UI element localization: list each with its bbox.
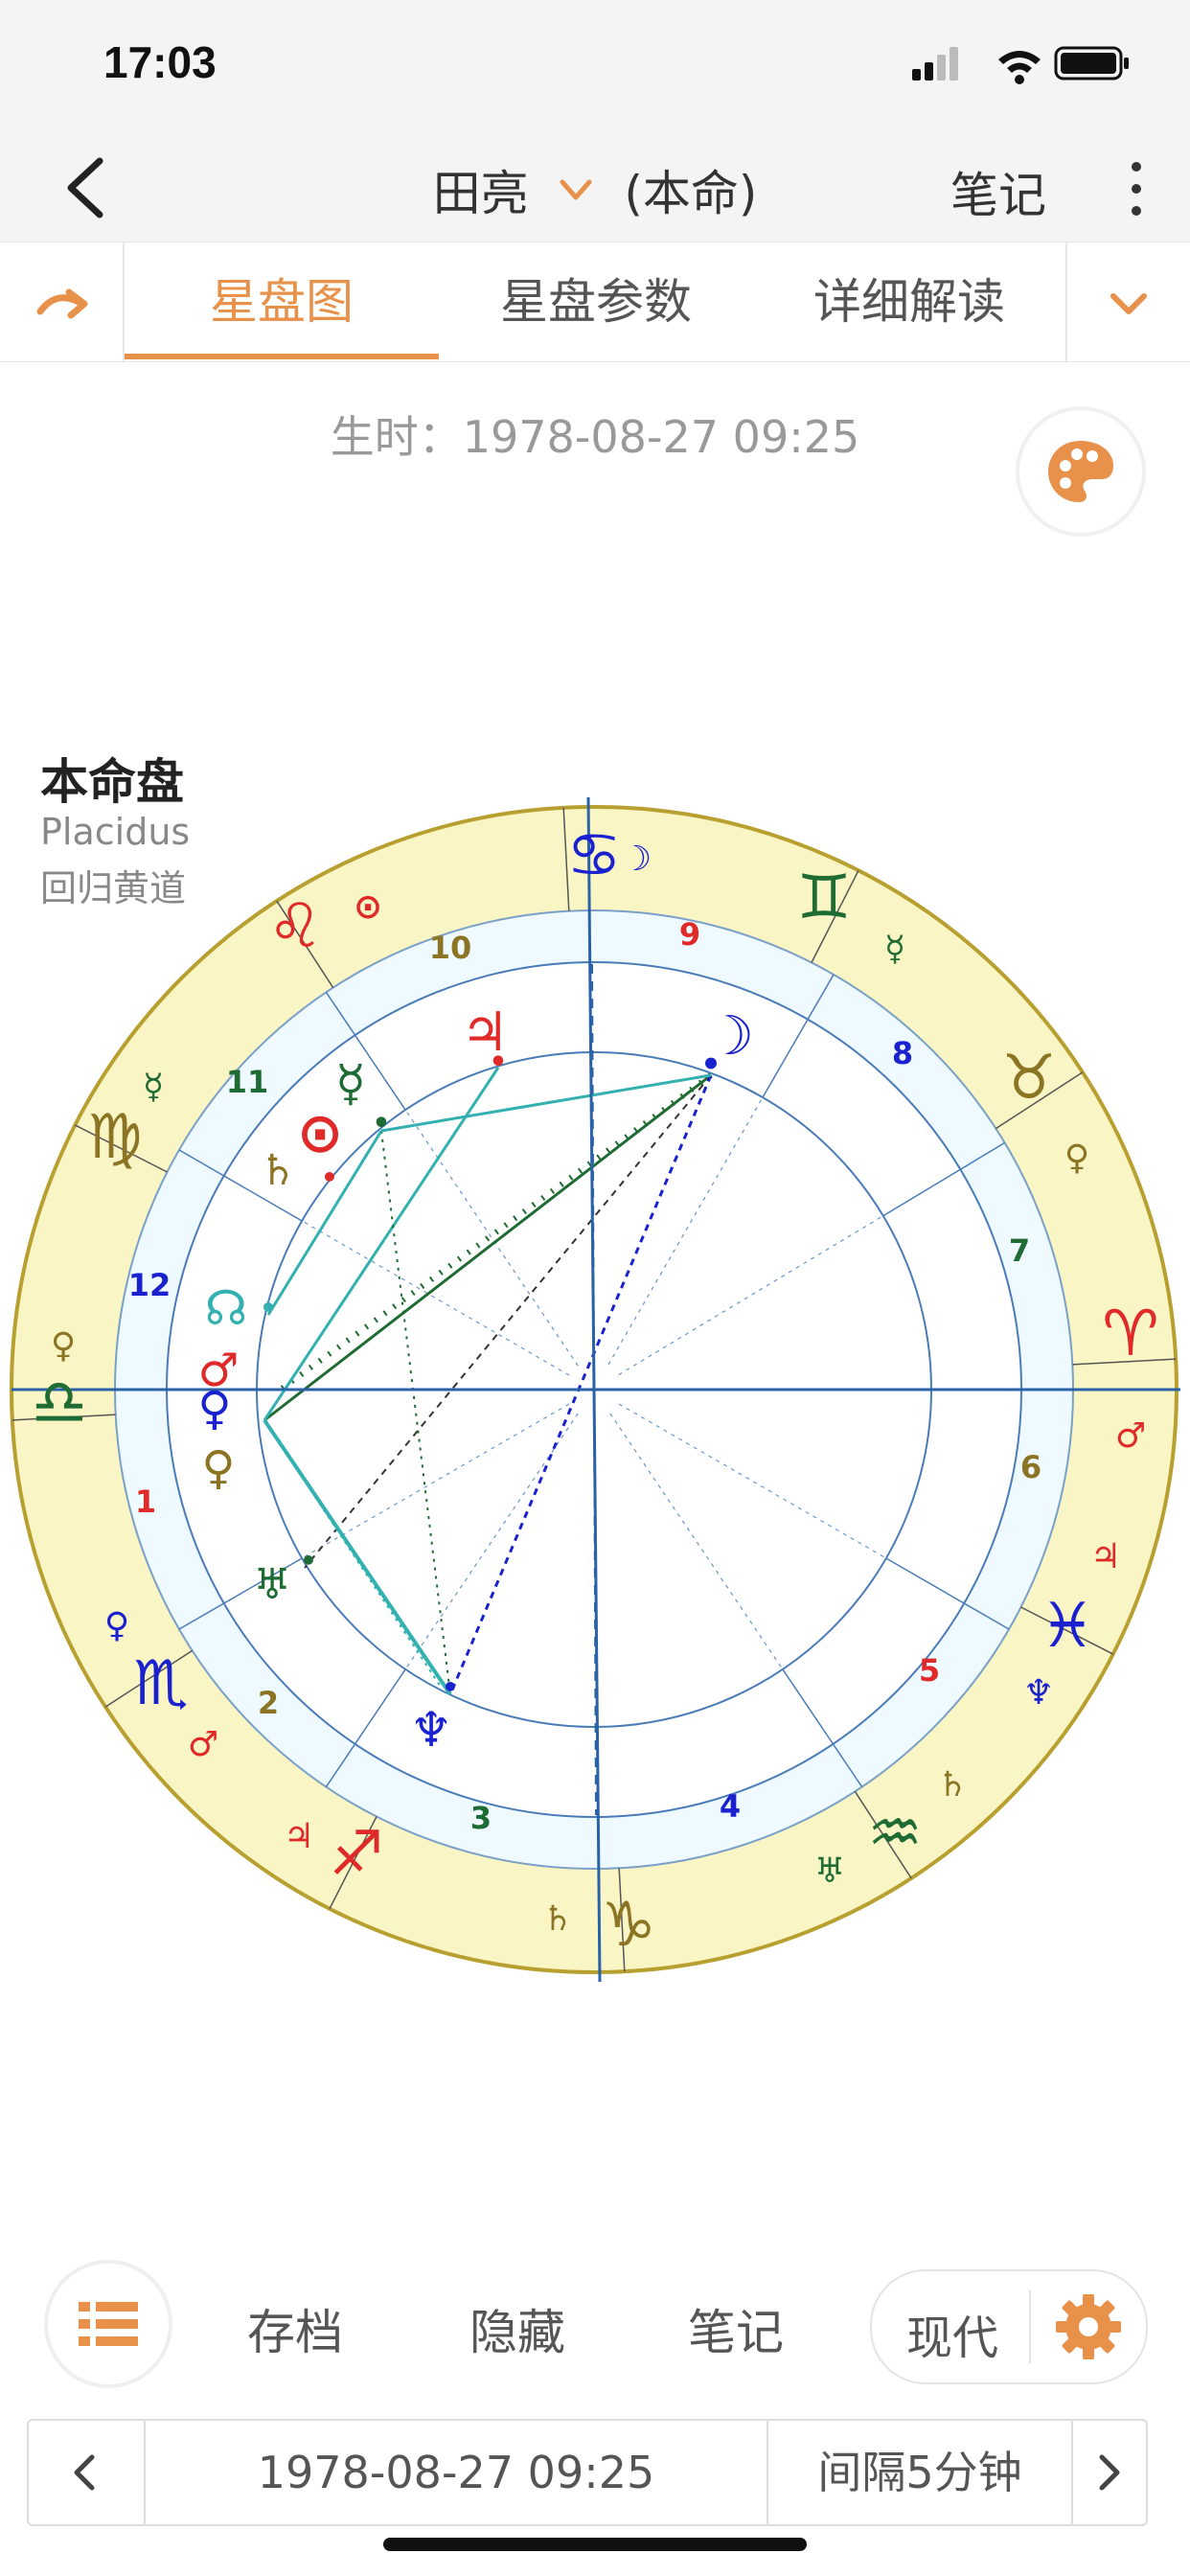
status-icons (912, 46, 1129, 84)
zodiac-glyph-icon: ♄ (937, 1765, 968, 1805)
natal-chart-wheel[interactable]: 123 456789101112 ♋ ☽♊☿♉♀♈♂♓♃♆♒♄♅♑♄♐♃♏♂♀♎♀♍… (0, 786, 1190, 1984)
zodiac-glyph-icon: ♃ (1090, 1537, 1121, 1576)
archive-button[interactable]: 存档 (247, 2294, 343, 2363)
zodiac-glyph-icon: ♑ (601, 1890, 655, 1961)
planet-glyph-icon: ♄ (259, 1146, 296, 1195)
tab-bar: 星盘图 星盘参数 详细解读 (0, 242, 1190, 362)
house-number-3: 3 (470, 1800, 492, 1836)
list-button[interactable] (48, 2264, 169, 2384)
signal-icon (912, 47, 958, 80)
planet-glyph-icon: ♆ (410, 1702, 453, 1758)
house-number-2: 2 (258, 1685, 279, 1721)
house-number-8: 8 (892, 1035, 913, 1071)
zodiac-glyph-icon: ☿ (884, 930, 905, 969)
planet-glyph-icon: • (442, 1671, 459, 1703)
planet-glyph-icon: ♀ (197, 1382, 231, 1436)
nav-header: 田亮 (本命) 笔记 (0, 134, 1190, 242)
zodiac-glyph-icon: ♄ (542, 1899, 573, 1939)
chevron-down-icon (560, 179, 592, 200)
more-menu-icon[interactable] (1125, 155, 1148, 222)
planet-glyph-icon: • (700, 1046, 721, 1084)
redo-button[interactable] (0, 242, 125, 361)
planet-glyph-icon: ☊ (205, 1280, 247, 1336)
palette-icon (1048, 441, 1113, 502)
bottom-toolbar: 存档 隐藏 笔记 现代 (0, 2252, 1190, 2396)
mode-label: 现代 (906, 2312, 999, 2365)
house-number-1: 1 (135, 1484, 156, 1520)
zodiac-glyph-icon: ♊ (796, 862, 851, 933)
zodiac-glyph-icon: ♅ (814, 1852, 845, 1891)
house-number-12: 12 (128, 1267, 172, 1303)
chevron-left-icon (74, 2454, 95, 2491)
planet-glyph-icon: ♅ (253, 1560, 290, 1609)
planet-glyph-icon: • (321, 1162, 338, 1193)
previous-button[interactable] (29, 2421, 144, 2524)
zodiac-glyph-icon: ♀ (51, 1326, 76, 1366)
zodiac-glyph-icon: ♏ (133, 1648, 188, 1719)
tab-chart[interactable]: 星盘图 (125, 242, 439, 361)
planet-glyph-icon: ⊙ (297, 1100, 344, 1165)
date-navigator: 1978-08-27 09:25 间隔5分钟 (27, 2419, 1148, 2526)
palette-button[interactable] (1019, 410, 1142, 533)
notes-bottom-button[interactable]: 笔记 (688, 2294, 784, 2363)
house-number-10: 10 (429, 930, 472, 966)
gear-icon[interactable] (1046, 2285, 1131, 2369)
next-button[interactable] (1073, 2421, 1146, 2524)
house-number-6: 6 (1020, 1449, 1041, 1485)
planet-glyph-icon: • (260, 1292, 277, 1323)
redo-icon (36, 288, 88, 319)
wifi-icon (998, 51, 1041, 84)
tab-parameters[interactable]: 星盘参数 (439, 242, 753, 361)
house-number-9: 9 (679, 916, 700, 953)
zodiac-glyph-icon: ♃ (284, 1817, 314, 1856)
person-name: 田亮 (432, 166, 529, 221)
zodiac-glyph-icon: ♓ (1040, 1591, 1094, 1662)
home-indicator (383, 2538, 807, 2551)
zodiac-glyph-icon: ♈ (1102, 1297, 1158, 1370)
house-number-7: 7 (1009, 1232, 1030, 1269)
chart-type-label: (本命) (624, 166, 758, 221)
zodiac-glyph-icon: ♌ (267, 891, 322, 962)
interval-selector[interactable]: 间隔5分钟 (768, 2421, 1071, 2524)
tabs-expand-button[interactable] (1065, 242, 1190, 361)
zodiac-glyph-icon: ♂ (1115, 1416, 1146, 1456)
planet-glyph-icon: • (489, 1046, 507, 1079)
house-number-11: 11 (226, 1064, 269, 1100)
zodiac-glyph-icon: ♍ (87, 1102, 142, 1173)
zodiac-glyph-icon: ♉ (1001, 1043, 1056, 1114)
house-number-5: 5 (919, 1652, 940, 1689)
chevron-down-icon (1110, 293, 1147, 314)
zodiac-glyph-icon: ☿ (143, 1068, 164, 1107)
zodiac-glyph-icon: ♎ (31, 1366, 87, 1439)
planet-glyph-icon: • (300, 1545, 317, 1576)
battery-icon (1054, 46, 1129, 80)
zodiac-glyph-icon: ⊙ (354, 887, 382, 927)
hide-button[interactable]: 隐藏 (469, 2294, 565, 2363)
mode-switch[interactable]: 现代 (870, 2269, 1148, 2384)
mode-divider (1029, 2290, 1031, 2363)
status-time: 17:03 (103, 37, 217, 87)
list-icon (79, 2302, 138, 2346)
zodiac-glyph-icon: ♆ (1023, 1673, 1054, 1713)
tab-interpretation[interactable]: 详细解读 (753, 242, 1065, 361)
zodiac-glyph-icon: ♋ (566, 820, 621, 891)
active-tab-indicator (125, 354, 439, 359)
notes-button[interactable]: 笔记 (950, 157, 1046, 226)
status-bar: 17:03 (0, 0, 1190, 134)
birth-time: 生时：1978-08-27 09:25 (330, 411, 860, 463)
zodiac-glyph-icon: ♀ (1064, 1138, 1089, 1178)
date-display[interactable]: 1978-08-27 09:25 (146, 2421, 767, 2524)
zodiac-glyph-icon: ♐ (329, 1819, 383, 1890)
zodiac-glyph-icon: ♀ (104, 1606, 129, 1645)
planet-glyph-icon: ♀ (201, 1441, 235, 1495)
chevron-right-icon (1099, 2454, 1120, 2491)
zodiac-glyph-icon: ♂ (188, 1725, 218, 1764)
zodiac-glyph-icon: ☽ (621, 840, 652, 879)
house-number-4: 4 (720, 1788, 741, 1825)
planet-glyph-icon: • (372, 1107, 390, 1140)
zodiac-glyph-icon: ♒ (867, 1798, 922, 1869)
